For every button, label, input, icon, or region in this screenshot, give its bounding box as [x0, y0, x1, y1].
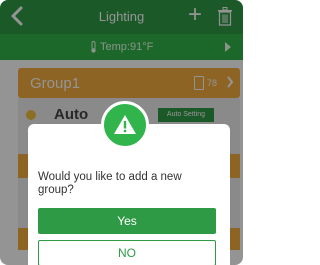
- warning-icon: [114, 115, 136, 134]
- dialog-message: Would you like to add a new group?: [38, 171, 182, 196]
- app-screen: Lighting + Temp:91°F Group1 78 Auto Auto…: [0, 0, 243, 265]
- yes-button[interactable]: Yes: [38, 208, 216, 234]
- no-button[interactable]: NO: [38, 240, 216, 265]
- warning-badge: [101, 101, 149, 149]
